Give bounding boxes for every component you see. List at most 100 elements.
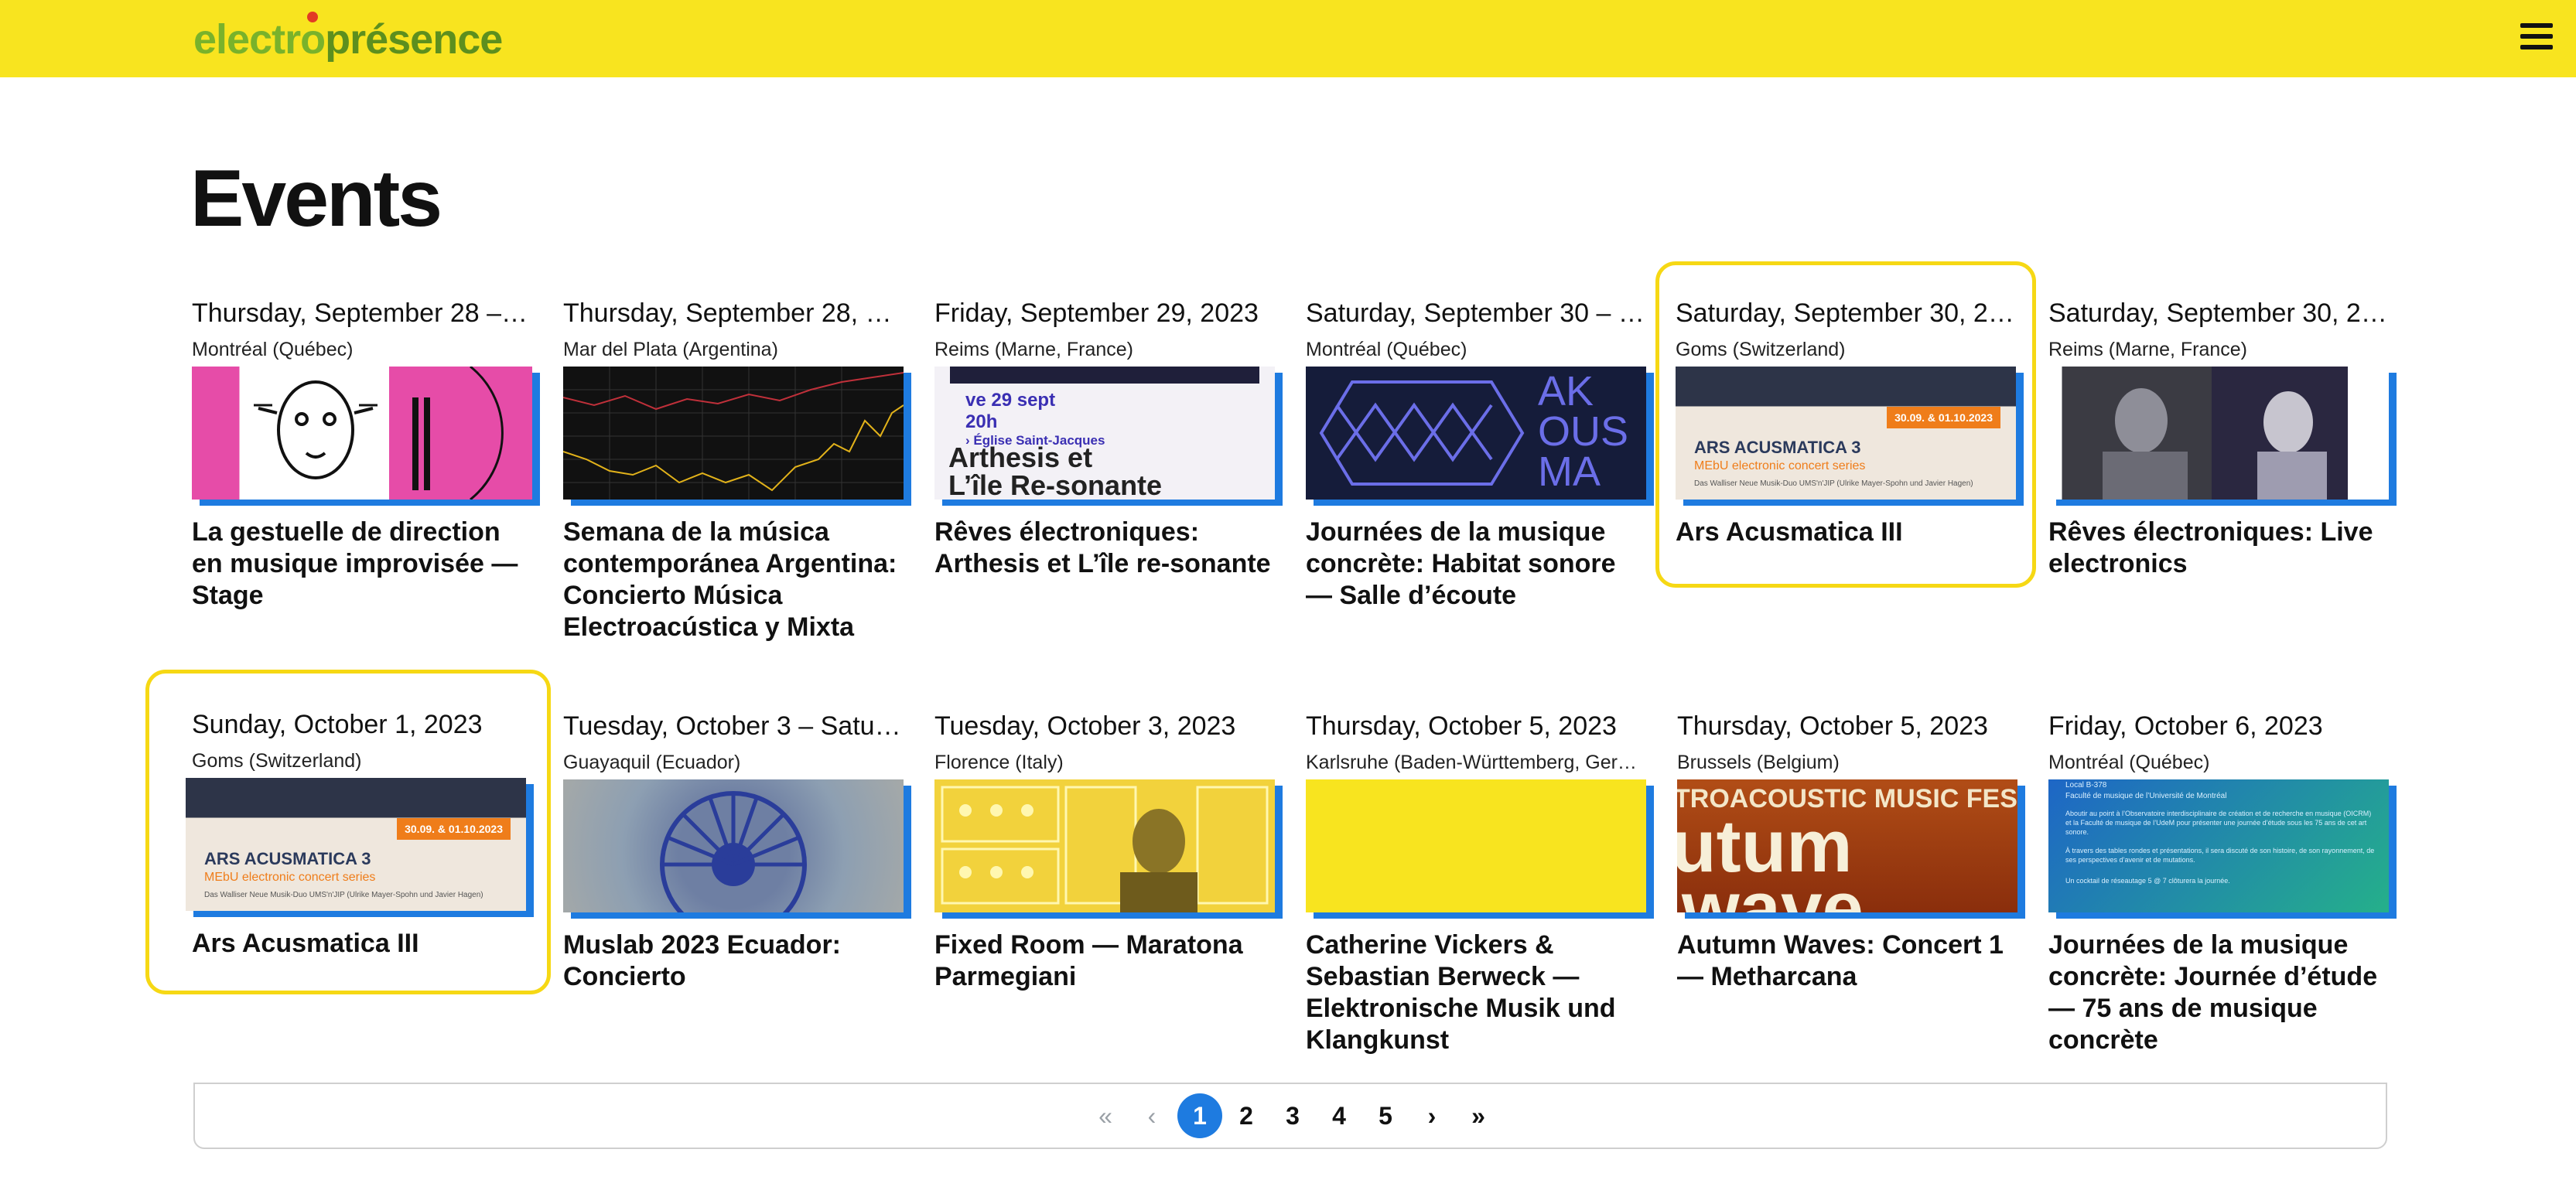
- page-4-button[interactable]: 4: [1317, 1093, 1361, 1138]
- image-text: MEbU electronic concert series: [1694, 459, 1866, 472]
- event-card-6[interactable]: Saturday, September 30, 2… Reims (Marne,…: [2048, 292, 2389, 586]
- event-card-5[interactable]: Saturday, September 30, 2… Goms (Switzer…: [1655, 261, 2036, 588]
- image-text: 30.09. & 01.10.2023: [1887, 407, 2000, 428]
- logo-text-end: présence: [325, 16, 503, 63]
- prev-page-button[interactable]: ‹: [1129, 1093, 1174, 1138]
- event-location: Goms (Switzerland): [192, 750, 362, 772]
- event-location: Montréal (Québec): [192, 339, 354, 360]
- event-image[interactable]: TROACOUSTIC MUSIC FES utum wave: [1677, 779, 2017, 912]
- event-date: Thursday, October 5, 2023: [1306, 711, 1617, 741]
- event-title[interactable]: Rêves électroniques: Live electronics: [2048, 517, 2389, 580]
- event-image[interactable]: 30.09. & 01.10.2023 ARS ACUSMATICA 3 MEb…: [1676, 367, 2016, 500]
- event-card-10[interactable]: Thursday, October 5, 2023 Karlsruhe (Bad…: [1306, 705, 1646, 1061]
- image-text: ARS ACUSMATICA 3: [1694, 438, 1861, 457]
- event-card-12[interactable]: Friday, October 6, 2023 Montréal (Québec…: [2048, 705, 2389, 1061]
- top-bar: electroprésence: [0, 0, 2576, 77]
- event-card-8[interactable]: Tuesday, October 3 – Satur… Guayaquil (E…: [563, 705, 904, 999]
- event-image[interactable]: Local B-378 Faculté de musique de l’Univ…: [2048, 779, 2389, 912]
- event-date: Thursday, September 28, 2…: [563, 298, 904, 328]
- event-card-11[interactable]: Thursday, October 5, 2023 Brussels (Belg…: [1677, 705, 2017, 999]
- event-location: Guayaquil (Ecuador): [563, 752, 741, 773]
- image-text: 30.09. & 01.10.2023: [397, 818, 511, 840]
- first-page-button[interactable]: «: [1083, 1093, 1128, 1138]
- event-date: Thursday, October 5, 2023: [1677, 711, 1988, 741]
- event-image[interactable]: [563, 779, 904, 912]
- event-date: Saturday, September 30 – …: [1306, 298, 1645, 328]
- event-date: Tuesday, October 3 – Satur…: [563, 711, 904, 741]
- last-page-button[interactable]: »: [1456, 1093, 1501, 1138]
- event-card-9[interactable]: Tuesday, October 3, 2023 Florence (Italy…: [934, 705, 1275, 999]
- event-location: Karlsruhe (Baden-Württemberg, Ger…: [1306, 752, 1637, 773]
- event-image[interactable]: [192, 367, 532, 500]
- event-title[interactable]: Journées de la musique concrète: Habitat…: [1306, 517, 1646, 612]
- event-location: Mar del Plata (Argentina): [563, 339, 778, 360]
- event-title[interactable]: La gestuelle de direction en musique imp…: [192, 517, 532, 612]
- image-text: Aboutir au point à l’Observatoire interd…: [2065, 810, 2372, 836]
- event-image[interactable]: [1306, 779, 1646, 912]
- logo-dot: o: [300, 16, 326, 63]
- event-card-4[interactable]: Saturday, September 30 – … Montréal (Qué…: [1306, 292, 1646, 617]
- logo-text-start: electr: [193, 16, 301, 63]
- event-title[interactable]: Ars Acusmatica III: [192, 928, 532, 960]
- gesture-face-illustration: [254, 367, 504, 500]
- event-title[interactable]: Semana de la música contemporánea Argent…: [563, 517, 904, 643]
- event-location: Goms (Switzerland): [1676, 339, 1846, 360]
- page-2-button[interactable]: 2: [1224, 1093, 1269, 1138]
- event-title[interactable]: Autumn Waves: Concert 1 — Metharcana: [1677, 929, 2017, 993]
- event-title[interactable]: Catherine Vickers & Sebastian Berweck — …: [1306, 929, 1646, 1056]
- event-title[interactable]: Journées de la musique concrète: Journée…: [2048, 929, 2389, 1056]
- page-1-button[interactable]: 1: [1177, 1093, 1222, 1138]
- page-5-button[interactable]: 5: [1363, 1093, 1408, 1138]
- event-location: Reims (Marne, France): [2048, 339, 2247, 360]
- event-card-3[interactable]: Friday, September 29, 2023 Reims (Marne,…: [934, 292, 1275, 586]
- event-location: Montréal (Québec): [2048, 752, 2210, 773]
- image-text: Un cocktail de réseautage 5 @ 7 clôturer…: [2065, 877, 2230, 885]
- event-image[interactable]: AK OUS MA: [1306, 367, 1646, 500]
- event-image[interactable]: [563, 367, 904, 500]
- site-logo[interactable]: electroprésence: [193, 15, 503, 63]
- image-text: wave: [1682, 867, 1864, 913]
- image-text: Faculté de musique de l’Université de Mo…: [2065, 792, 2227, 800]
- hamburger-menu-icon[interactable]: [2520, 23, 2553, 51]
- event-location: Montréal (Québec): [1306, 339, 1467, 360]
- event-card-1[interactable]: Thursday, September 28 – … Montréal (Qué…: [192, 292, 532, 617]
- image-text: Das Walliser Neue Musik-Duo UMS'n'JIP (U…: [1694, 479, 1973, 488]
- event-date: Tuesday, October 3, 2023: [934, 711, 1236, 741]
- event-image[interactable]: [934, 779, 1275, 912]
- event-image[interactable]: [2048, 367, 2389, 500]
- image-text: AK: [1538, 368, 1594, 414]
- event-card-2[interactable]: Thursday, September 28, 2… Mar del Plata…: [563, 292, 904, 679]
- event-location: Brussels (Belgium): [1677, 752, 1840, 773]
- page-3-button[interactable]: 3: [1270, 1093, 1315, 1138]
- synthesizer-portrait-illustration: [941, 786, 1269, 912]
- image-text: L’île Re-sonante: [948, 469, 1163, 500]
- event-title[interactable]: Fixed Room — Maratona Parmegiani: [934, 929, 1275, 993]
- next-page-button[interactable]: ›: [1409, 1093, 1454, 1138]
- event-title[interactable]: Ars Acusmatica III: [1676, 517, 2016, 548]
- page-title: Events: [190, 154, 442, 244]
- event-card-7[interactable]: Sunday, October 1, 2023 Goms (Switzerlan…: [145, 670, 551, 994]
- image-text: ve 29 sept: [965, 390, 1056, 411]
- wheel-sculpture-illustration: [660, 791, 807, 912]
- event-image[interactable]: 30.09. & 01.10.2023 ARS ACUSMATICA 3 MEb…: [186, 778, 526, 911]
- event-location: Florence (Italy): [934, 752, 1064, 773]
- event-date: Friday, October 6, 2023: [2048, 711, 2323, 741]
- image-text: MEbU electronic concert series: [204, 871, 376, 884]
- event-date: Saturday, September 30, 2…: [2048, 298, 2387, 328]
- event-date: Saturday, September 30, 2…: [1676, 298, 2014, 328]
- event-title[interactable]: Rêves électroniques: Arthesis et L’île r…: [934, 517, 1275, 580]
- pagination: « ‹ 1 2 3 4 5 › »: [193, 1083, 2387, 1149]
- event-date: Friday, September 29, 2023: [934, 298, 1259, 328]
- event-date: Sunday, October 1, 2023: [192, 710, 483, 739]
- event-image[interactable]: ve 29 sept 20h › Église Saint-Jacques Ar…: [934, 367, 1275, 500]
- image-text: À travers des tables rondes et présentat…: [2065, 847, 2375, 864]
- event-location: Reims (Marne, France): [934, 339, 1133, 360]
- image-text: OUS: [1538, 408, 1629, 455]
- image-text: Das Walliser Neue Musik-Duo UMS'n'JIP (U…: [204, 891, 483, 899]
- image-text: ARS ACUSMATICA 3: [204, 849, 371, 868]
- performers-photo-illustration: [2103, 388, 2327, 500]
- event-date: Thursday, September 28 – …: [192, 298, 532, 328]
- image-text: Arthesis et: [948, 442, 1093, 473]
- event-title[interactable]: Muslab 2023 Ecuador: Concierto: [563, 929, 904, 993]
- image-text: MA: [1538, 448, 1601, 495]
